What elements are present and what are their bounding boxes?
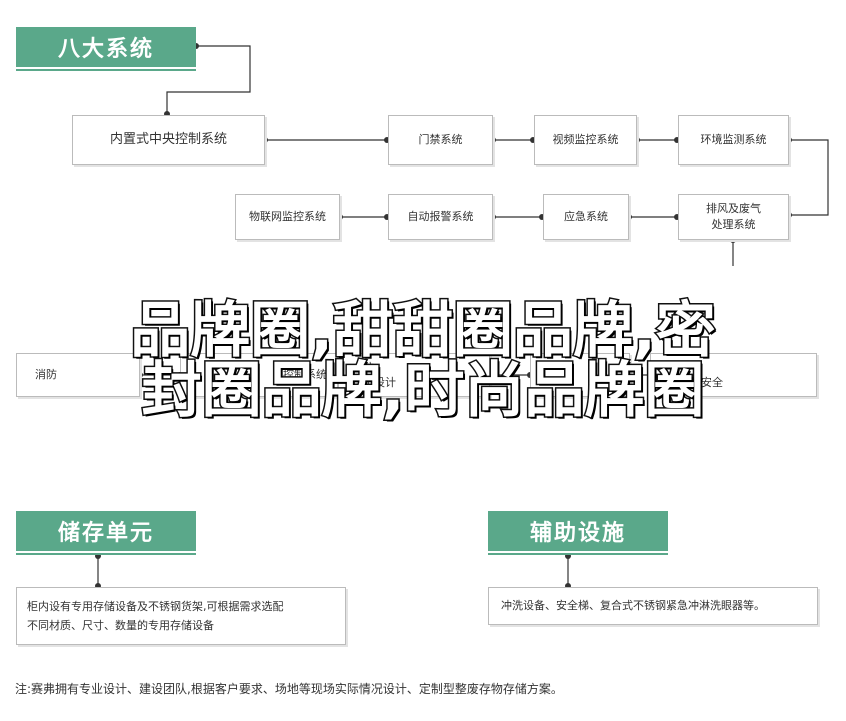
header-eight-systems: 八大系统 bbox=[16, 27, 196, 71]
footnote: 注:赛弗拥有专业设计、建设团队,根据客户要求、场地等现场实际情况设计、定制型整废… bbox=[15, 682, 563, 696]
storage-description-box: 柜内设有专用存储设备及不锈钢货架,可根据需求选配 不同材质、尺寸、数量的专用存储… bbox=[16, 587, 346, 645]
header-eight-systems-label: 八大系统 bbox=[57, 37, 154, 62]
node-central-control: 内置式中央控制系统 bbox=[72, 115, 265, 165]
node-video-surveillance: 视频监控系统 bbox=[534, 115, 637, 165]
node-access-control: 门禁系统 bbox=[388, 115, 493, 165]
node-environment-monitoring: 环境监测系统 bbox=[678, 115, 789, 165]
node-exhaust-treatment: 排风及废气 处理系统 bbox=[678, 194, 789, 240]
overlay-title-line2-text: 封圈品牌,时尚品牌圈 bbox=[140, 355, 706, 428]
header-auxiliary-facilities: 辅助设施 bbox=[488, 511, 668, 555]
header-storage-unit: 储存单元 bbox=[16, 511, 196, 555]
overlay-title-line2: 封圈品牌,时尚品牌圈 bbox=[0, 355, 846, 428]
node-auto-alarm-label: 自动报警系统 bbox=[407, 210, 474, 223]
node-exhaust-treatment-label: 排风及废气 处理系统 bbox=[706, 202, 761, 231]
storage-description: 柜内设有专用存储设备及不锈钢货架,可根据需求选配 不同材质、尺寸、数量的专用存储… bbox=[27, 600, 284, 632]
node-access-control-label: 门禁系统 bbox=[418, 133, 463, 146]
node-iot-monitoring-label: 物联网监控系统 bbox=[249, 210, 326, 223]
node-environment-monitoring-label: 环境监测系统 bbox=[700, 133, 767, 146]
node-video-surveillance-label: 视频监控系统 bbox=[552, 133, 619, 146]
node-emergency: 应急系统 bbox=[543, 194, 629, 240]
node-emergency-label: 应急系统 bbox=[564, 210, 608, 223]
header-storage-unit-label: 储存单元 bbox=[57, 521, 154, 546]
node-iot-monitoring: 物联网监控系统 bbox=[235, 194, 340, 240]
aux-description: 冲洗设备、安全梯、复合式不锈钢紧急冲淋洗眼器等。 bbox=[501, 599, 765, 612]
node-central-control-label: 内置式中央控制系统 bbox=[109, 132, 227, 147]
node-auto-alarm: 自动报警系统 bbox=[388, 194, 493, 240]
header-auxiliary-facilities-label: 辅助设施 bbox=[529, 521, 626, 546]
aux-description-box: 冲洗设备、安全梯、复合式不锈钢紧急冲淋洗眼器等。 bbox=[488, 587, 818, 625]
